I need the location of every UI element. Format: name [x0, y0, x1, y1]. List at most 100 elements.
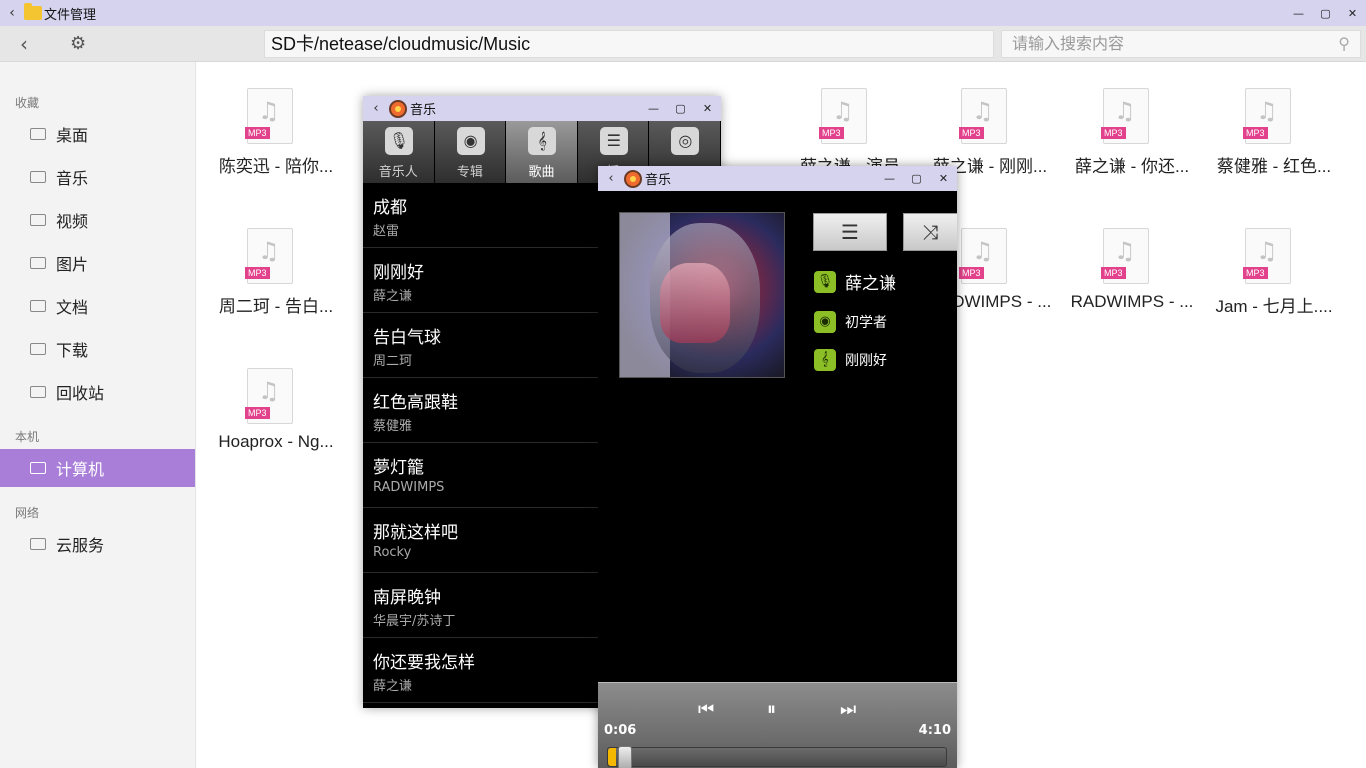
computer-icon: [30, 462, 46, 474]
file-item[interactable]: ♫ MP3 蔡健雅 - 红色...: [1204, 88, 1344, 208]
file-manager-titlebar: ‹ 文件管理 — ▢ ✕: [0, 0, 1366, 26]
song-row[interactable]: 告白气球 周二珂: [363, 313, 598, 378]
song-artist: 薛之谦: [373, 679, 413, 694]
album-row: ◉ 初学者: [814, 311, 887, 333]
microphone-icon: 🎙: [814, 270, 836, 293]
sidebar-item-video[interactable]: 视频: [0, 201, 195, 239]
trash-icon: [30, 386, 46, 398]
titlebar-back-icon[interactable]: ‹: [0, 5, 24, 21]
document-icon: [30, 300, 46, 312]
tab-songs[interactable]: 𝄞 歌曲: [506, 121, 578, 183]
file-item[interactable]: ♫ MP3 Jam - 七月上....: [1204, 228, 1344, 348]
titlebar-back-icon[interactable]: ‹: [598, 171, 624, 186]
sidebar-item-music[interactable]: 音乐: [0, 158, 195, 196]
sidebar-item-label: 音乐: [56, 169, 89, 188]
next-icon[interactable]: ⏭: [840, 699, 856, 720]
file-item[interactable]: ♫ MP3 RADWIMPS - ...: [1062, 228, 1202, 348]
mp3-file-icon: ♫ MP3: [1101, 228, 1149, 284]
file-item[interactable]: ♫ MP3 周二珂 - 告白...: [206, 228, 346, 348]
mp3-file-icon: ♫ MP3: [959, 88, 1007, 144]
file-item[interactable]: ♫ MP3 陈奕迅 - 陪你...: [206, 88, 346, 208]
record-icon: ◎: [671, 127, 700, 155]
file-item[interactable]: ♫ MP3 薛之谦 - 你还...: [1062, 88, 1202, 208]
elapsed-time: 0:06: [604, 723, 637, 738]
list-icon: ☰: [841, 220, 859, 244]
song-title: 那就这样吧: [373, 523, 458, 543]
progress-slider[interactable]: [607, 746, 947, 768]
tab-albums[interactable]: ◉ 专辑: [434, 121, 507, 183]
album-cover: [619, 212, 785, 378]
song-list: 成都 赵雷 刚刚好薛之谦 告白气球 周二珂 红色高跟鞋蔡健雅 夢灯籠 RADWIMPS…: [363, 183, 598, 703]
song-artist: 蔡健雅: [373, 419, 413, 434]
sidebar-item-cloud[interactable]: 云服务: [0, 525, 195, 563]
video-icon: [30, 214, 46, 226]
now-playing-titlebar: ‹ 音乐 — ▢ ✕: [598, 166, 957, 191]
playlist-button[interactable]: ☰: [813, 213, 887, 251]
close-icon[interactable]: ✕: [694, 102, 721, 115]
song-row[interactable]: 成都 赵雷: [363, 183, 598, 248]
minimize-icon[interactable]: —: [640, 102, 667, 115]
file-name: RADWIMPS - ...: [1070, 292, 1194, 311]
titlebar-back-icon[interactable]: ‹: [363, 101, 389, 116]
window-title: 文件管理: [44, 7, 97, 23]
disc-icon: ◉: [814, 311, 836, 333]
mp3-file-icon: ♫ MP3: [1101, 88, 1149, 144]
tab-artists[interactable]: 🎙 音乐人: [363, 121, 435, 183]
window-title: 音乐: [410, 103, 437, 118]
file-manager-toolbar: ‹ ⚙ SD卡/netease/cloudmusic/Music 请输入搜索内容…: [0, 26, 1366, 62]
mp3-file-icon: ♫ MP3: [959, 228, 1007, 284]
mp3-file-icon: ♫ MP3: [245, 88, 293, 144]
song-row: 𝄞 刚刚好: [814, 349, 887, 371]
sidebar-item-desktop[interactable]: 桌面: [0, 115, 195, 153]
file-name: 蔡健雅 - 红色...: [1216, 157, 1332, 176]
album-name: 初学者: [845, 315, 887, 331]
sidebar-item-trash[interactable]: 回收站: [0, 373, 195, 411]
artist-row: 🎙 薛之谦: [814, 269, 896, 294]
minimize-icon[interactable]: —: [876, 172, 903, 185]
pause-icon[interactable]: ⏸: [767, 699, 776, 720]
sidebar-item-downloads[interactable]: 下载: [0, 330, 195, 368]
previous-icon[interactable]: ⏮: [698, 699, 714, 720]
song-title: 红色高跟鞋: [373, 393, 458, 413]
song-title: 成都: [373, 198, 407, 218]
back-arrow-icon[interactable]: ‹: [20, 32, 40, 56]
song-row[interactable]: 刚刚好 薛之谦: [363, 248, 598, 313]
sidebar: 收藏 桌面 音乐 视频 图片 文档 下载 回收站 本机 计算机 网络 云服务: [0, 62, 196, 768]
shuffle-icon: ⤨: [922, 220, 939, 244]
cloud-icon: [30, 538, 46, 550]
minimize-icon[interactable]: —: [1285, 7, 1312, 20]
song-artist: 薛之谦: [373, 289, 413, 304]
song-row[interactable]: 那就这样吧 Rocky: [363, 508, 598, 573]
search-icon[interactable]: ⚲: [1338, 31, 1350, 57]
song-row[interactable]: 红色高跟鞋 蔡健雅: [363, 378, 598, 443]
folder-icon: [24, 3, 42, 20]
shuffle-button[interactable]: ⤨: [903, 213, 957, 251]
sidebar-item-computer[interactable]: 计算机: [0, 449, 195, 487]
window-controls: — ▢ ✕: [876, 166, 957, 191]
music-app-icon: [389, 99, 407, 118]
file-name: 薛之谦 - 你还...: [1074, 157, 1190, 176]
path-field[interactable]: SD卡/netease/cloudmusic/Music: [264, 30, 994, 58]
song-row[interactable]: 南屏晚钟 华晨宇/苏诗丁: [363, 573, 598, 638]
file-item[interactable]: ♫ MP3 Hoaprox - Ng...: [206, 368, 346, 488]
maximize-icon[interactable]: ▢: [667, 102, 694, 115]
gear-icon[interactable]: ⚙: [70, 33, 90, 54]
song-row[interactable]: 夢灯籠 RADWIMPS: [363, 443, 598, 508]
search-input[interactable]: 请输入搜索内容 ⚲: [1001, 30, 1361, 58]
sidebar-item-pictures[interactable]: 图片: [0, 244, 195, 282]
song-row[interactable]: 你还要我怎样 薛之谦: [363, 638, 598, 703]
close-icon[interactable]: ✕: [1339, 7, 1366, 20]
progress-handle[interactable]: [618, 746, 632, 768]
now-playing-window: ‹ 音乐 — ▢ ✕ ☰ ⤨ 🎙 薛之谦 ◉ 初学者 𝄞 刚刚好 ⏮ ⏸ ⏭ 0…: [598, 166, 957, 768]
sidebar-item-documents[interactable]: 文档: [0, 287, 195, 325]
maximize-icon[interactable]: ▢: [903, 172, 930, 185]
picture-icon: [30, 257, 46, 269]
song-title: 刚刚好: [373, 263, 424, 283]
close-icon[interactable]: ✕: [930, 172, 957, 185]
mp3-file-icon: ♫ MP3: [1243, 228, 1291, 284]
search-placeholder: 请输入搜索内容: [1012, 34, 1125, 53]
total-duration: 4:10: [918, 723, 951, 738]
song-artist: RADWIMPS: [373, 480, 445, 495]
sidebar-item-label: 视频: [56, 212, 89, 231]
maximize-icon[interactable]: ▢: [1312, 7, 1339, 20]
